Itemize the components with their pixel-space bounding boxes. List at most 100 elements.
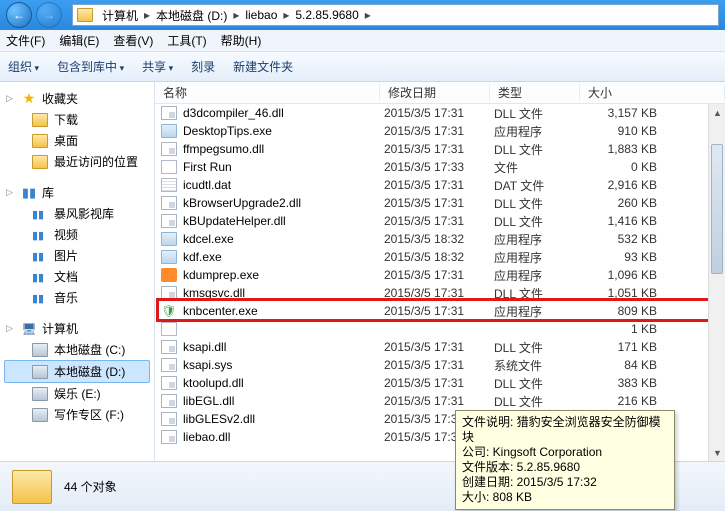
breadcrumb-item[interactable]: liebao: [242, 8, 280, 22]
sidebar-item[interactable]: 下载: [4, 109, 150, 130]
sidebar-item[interactable]: 写作专区 (F:): [4, 404, 150, 425]
file-date: 2015/3/5 17:31: [384, 394, 494, 408]
chevron-right-icon[interactable]: ▸: [280, 8, 292, 22]
file-name: liebao.dll: [183, 430, 384, 444]
sidebar-item[interactable]: 娱乐 (E:): [4, 383, 150, 404]
arrow-right-icon: →: [43, 8, 55, 22]
address-bar[interactable]: 计算机▸本地磁盘 (D:)▸liebao▸5.2.85.9680▸: [72, 4, 719, 26]
file-row[interactable]: ktoolupd.dll2015/3/5 17:31DLL 文件383 KB: [155, 374, 725, 392]
file-type: DLL 文件: [494, 339, 584, 356]
sidebar-item[interactable]: ▮▮ 音乐: [4, 287, 150, 308]
sidebar-item[interactable]: ▮▮图片: [4, 245, 150, 266]
file-name: libEGL.dll: [183, 394, 384, 408]
burn-button[interactable]: 刻录: [191, 58, 215, 75]
drive-icon: [32, 365, 48, 379]
file-exe-icon: [161, 250, 177, 264]
file-row[interactable]: DesktopTips.exe2015/3/5 17:31应用程序910 KB: [155, 122, 725, 140]
file-date: 2015/3/5 18:32: [384, 232, 494, 246]
sidebar-item[interactable]: 本地磁盘 (C:): [4, 339, 150, 360]
sidebar-item[interactable]: 本地磁盘 (D:): [4, 360, 150, 383]
organize-button[interactable]: 组织: [8, 58, 39, 75]
file-row[interactable]: icudtl.dat2015/3/5 17:31DAT 文件2,916 KB: [155, 176, 725, 194]
file-row[interactable]: ffmpegsumo.dll2015/3/5 17:31DLL 文件1,883 …: [155, 140, 725, 158]
sidebar-group-head[interactable]: ▷★收藏夹: [4, 88, 150, 109]
file-pane: 名称 修改日期 类型 大小 d3dcompiler_46.dll2015/3/5…: [155, 82, 725, 461]
file-size: 216 KB: [584, 394, 669, 408]
sidebar-item-label: 音乐: [54, 289, 78, 306]
file-name: icudtl.dat: [183, 178, 384, 192]
file-row[interactable]: ksapi.sys2015/3/5 17:31系统文件84 KB: [155, 356, 725, 374]
breadcrumb-item[interactable]: 计算机: [99, 7, 141, 24]
menu-help[interactable]: 帮助(H): [221, 32, 262, 49]
file-size: 0 KB: [584, 160, 669, 174]
file-row[interactable]: kdumprep.exe2015/3/5 17:31应用程序1,096 KB: [155, 266, 725, 284]
file-row[interactable]: First Run2015/3/5 17:33文件0 KB: [155, 158, 725, 176]
file-row[interactable]: d3dcompiler_46.dll2015/3/5 17:31DLL 文件3,…: [155, 104, 725, 122]
scrollbar[interactable]: ▲ ▼: [708, 104, 725, 461]
share-button[interactable]: 共享: [142, 58, 173, 75]
file-size: 3,157 KB: [584, 106, 669, 120]
file-date: 2015/3/5 17:31: [384, 358, 494, 372]
breadcrumb-item[interactable]: 5.2.85.9680: [292, 8, 361, 22]
col-type[interactable]: 类型: [490, 84, 580, 101]
file-type: DLL 文件: [494, 213, 584, 230]
library-icon: ▮▮: [32, 291, 48, 305]
sidebar-item[interactable]: ▮▮文档: [4, 266, 150, 287]
file-row[interactable]: kBrowserUpgrade2.dll2015/3/5 17:31DLL 文件…: [155, 194, 725, 212]
sidebar-group-label: 库: [42, 184, 54, 201]
file-row[interactable]: kdf.exe2015/3/5 18:32应用程序93 KB: [155, 248, 725, 266]
file-name: kdf.exe: [183, 250, 384, 264]
scroll-thumb[interactable]: [711, 144, 723, 274]
sidebar-item[interactable]: 桌面: [4, 130, 150, 151]
back-button[interactable]: ←: [6, 2, 32, 28]
menu-view[interactable]: 查看(V): [113, 32, 153, 49]
sidebar-item[interactable]: 最近访问的位置: [4, 151, 150, 172]
file-row[interactable]: ksapi.dll2015/3/5 17:31DLL 文件171 KB: [155, 338, 725, 356]
menu-edit[interactable]: 编辑(E): [59, 32, 99, 49]
col-date[interactable]: 修改日期: [380, 84, 490, 101]
scroll-up-icon[interactable]: ▲: [709, 104, 725, 121]
file-type: DLL 文件: [494, 285, 584, 302]
file-shield-icon: 🛡: [161, 304, 177, 318]
include-button[interactable]: 包含到库中: [57, 58, 124, 75]
menu-file[interactable]: 文件(F): [6, 32, 45, 49]
file-name: kdumprep.exe: [183, 268, 384, 282]
scroll-down-icon[interactable]: ▼: [709, 444, 725, 461]
file-type: 应用程序: [494, 267, 584, 284]
file-row[interactable]: kBUpdateHelper.dll2015/3/5 17:31DLL 文件1,…: [155, 212, 725, 230]
file-type: DLL 文件: [494, 195, 584, 212]
newfolder-button[interactable]: 新建文件夹: [233, 58, 293, 75]
file-exe-icon: [161, 124, 177, 138]
col-size[interactable]: 大小: [580, 84, 725, 101]
sidebar-item[interactable]: ▮▮视频: [4, 224, 150, 245]
tooltip-line: 大小: 808 KB: [462, 490, 668, 505]
file-row[interactable]: 1 KB: [155, 320, 725, 338]
sidebar-group-head[interactable]: ▷🖥计算机: [4, 318, 150, 339]
file-row[interactable]: kdcel.exe2015/3/5 18:32应用程序532 KB: [155, 230, 725, 248]
chevron-right-icon[interactable]: ▸: [362, 8, 374, 22]
library-icon: ▮▮: [32, 270, 48, 284]
forward-button[interactable]: →: [36, 2, 62, 28]
breadcrumb-item[interactable]: 本地磁盘 (D:): [153, 7, 230, 24]
file-file-icon: [161, 322, 177, 336]
file-name: DesktopTips.exe: [183, 124, 384, 138]
file-date: 2015/3/5 17:31: [384, 124, 494, 138]
sidebar-group-head[interactable]: ▷▮▮库: [4, 182, 150, 203]
file-row[interactable]: 🛡knbcenter.exe2015/3/5 17:31应用程序809 KB: [155, 302, 725, 320]
file-row[interactable]: libEGL.dll2015/3/5 17:31DLL 文件216 KB: [155, 392, 725, 410]
chevron-right-icon[interactable]: ▸: [230, 8, 242, 22]
chevron-right-icon[interactable]: ▸: [141, 8, 153, 22]
file-type: 文件: [494, 159, 584, 176]
library-icon: ▮▮: [32, 228, 48, 242]
file-date: 2015/3/5 17:31: [384, 214, 494, 228]
folder-icon: [32, 155, 48, 169]
menubar: 文件(F) 编辑(E) 查看(V) 工具(T) 帮助(H): [0, 30, 725, 52]
file-row[interactable]: kmsgsvc.dll2015/3/5 17:31DLL 文件1,051 KB: [155, 284, 725, 302]
menu-tools[interactable]: 工具(T): [167, 32, 206, 49]
file-size: 84 KB: [584, 358, 669, 372]
sidebar-item-label: 图片: [54, 247, 78, 264]
file-date: 2015/3/5 17:31: [384, 340, 494, 354]
sidebar-item[interactable]: ▮▮暴风影视库: [4, 203, 150, 224]
column-header[interactable]: 名称 修改日期 类型 大小: [155, 82, 725, 104]
col-name[interactable]: 名称: [155, 84, 380, 101]
